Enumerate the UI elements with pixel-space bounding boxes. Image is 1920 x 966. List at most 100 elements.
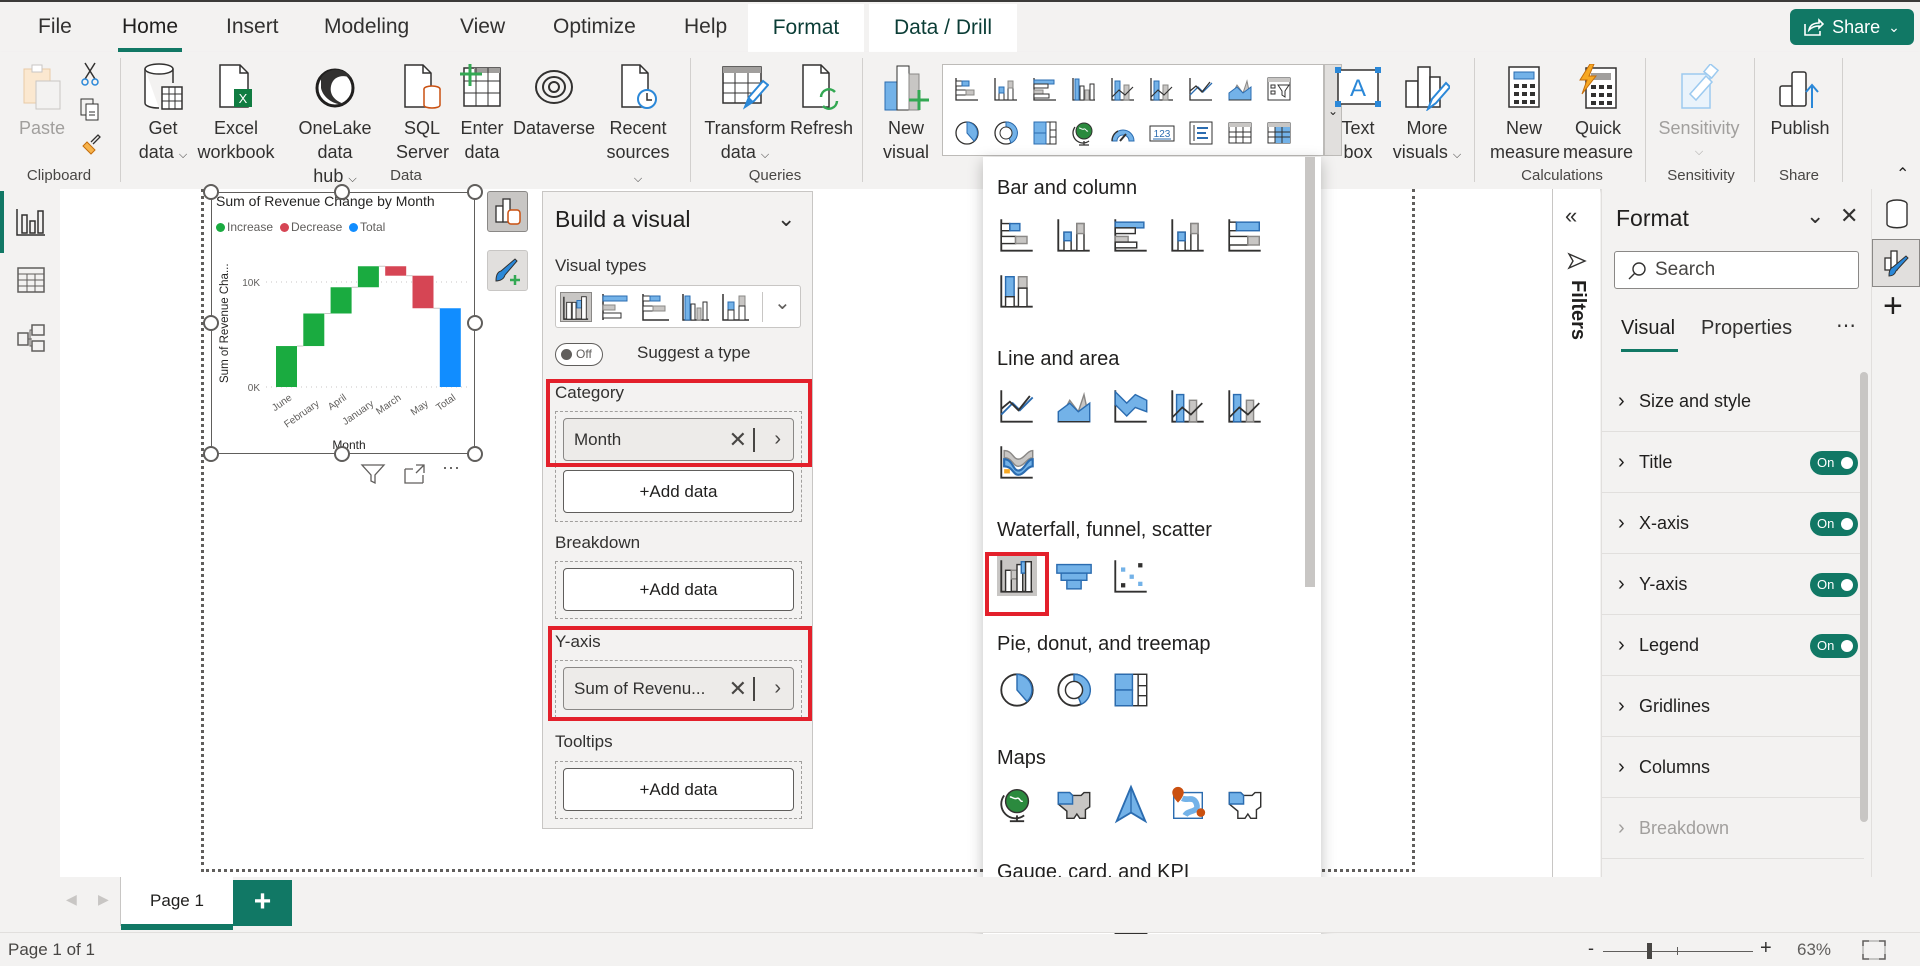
resize-handle[interactable] [467,446,483,462]
map-icon[interactable] [1070,119,1098,147]
area-chart-icon[interactable] [1054,386,1094,426]
tab-visual[interactable]: Visual [1621,317,1675,340]
arcgis-map-icon[interactable] [1168,784,1208,824]
more-visuals-button[interactable]: More visuals ⌵ [1390,58,1464,167]
text-box-button[interactable]: A Text box [1330,58,1386,164]
prev-page-icon[interactable]: ◀ [66,891,77,908]
resize-handle[interactable] [203,184,219,200]
new-measure-button[interactable]: New measure [1490,58,1560,164]
resize-handle[interactable] [203,446,219,462]
format-section-legend[interactable]: › Legend On [1602,615,1864,676]
tab-home[interactable]: Home [118,14,183,52]
dataverse-button[interactable]: Dataverse [510,58,598,140]
close-icon[interactable]: ✕ [1840,203,1858,229]
waterfall-bar-january[interactable] [357,266,379,288]
format-section-columns[interactable]: › Columns [1602,737,1864,798]
enter-data-button[interactable]: Enter data [456,58,508,164]
waterfall-bar-march[interactable] [385,266,407,276]
gauge-icon[interactable] [1109,119,1137,147]
waterfall-type-icon[interactable] [560,292,592,322]
publish-button[interactable]: Publish [1762,58,1838,140]
line-stacked-column-icon[interactable] [1168,386,1208,426]
format-pane-button[interactable] [1872,239,1920,287]
waterfall-bar-may[interactable] [412,275,434,309]
format-search-input[interactable]: Search [1614,251,1859,289]
clustered-bar-type-icon[interactable] [640,292,672,322]
100-stacked-bar-icon[interactable] [1225,215,1265,255]
format-section-breakdown[interactable]: › Breakdown [1602,798,1864,859]
table-icon[interactable] [1226,119,1254,147]
clustered-bar-icon[interactable] [1031,75,1059,103]
stacked-bar-type-icon[interactable] [600,292,632,322]
line-clustered-column-icon[interactable] [1148,75,1176,103]
line-clustered-column-icon[interactable] [1225,386,1265,426]
section-toggle[interactable]: On [1810,634,1858,658]
format-section-size-and-style[interactable]: › Size and style [1602,371,1864,432]
transform-data-button[interactable]: Transform data ⌵ [700,58,790,167]
card-icon[interactable]: 123 [1148,119,1176,147]
stacked-bar-icon[interactable] [953,75,981,103]
data-pane-icon[interactable] [1884,199,1910,229]
paste-button[interactable]: Paste [16,58,68,140]
resize-handle[interactable] [203,315,219,331]
waterfall-visual[interactable]: Sum of Revenue Change by Month Increase … [211,192,475,454]
ribbon-chart-icon[interactable] [997,442,1037,482]
table-view-icon[interactable] [14,264,48,298]
new-visual-button[interactable]: New visual [876,58,936,164]
collapse-chevron-icon[interactable]: ⌄ [777,206,795,232]
line-chart-icon[interactable] [997,386,1037,426]
shape-map-icon[interactable] [1225,784,1265,824]
waterfall-bar-february[interactable] [303,313,325,347]
tab-modeling[interactable]: Modeling [320,14,413,50]
treemap-icon[interactable] [1031,119,1059,147]
azure-map-icon[interactable] [1111,784,1151,824]
multi-row-card-icon[interactable] [1187,119,1215,147]
clustered-column-icon[interactable] [992,75,1020,103]
sensitivity-button[interactable]: Sensitivity ⌵ [1652,58,1746,164]
collapse-ribbon-icon[interactable]: ⌃ [1896,164,1909,184]
stacked-column-icon[interactable] [1054,215,1094,255]
format-visual-tab[interactable] [487,250,528,291]
tab-data-drill[interactable]: Data / Drill [869,4,1017,52]
clustered-bar-icon[interactable] [1111,215,1151,255]
cut-icon[interactable] [80,62,100,86]
tab-format[interactable]: Format [748,4,864,52]
section-toggle[interactable]: On [1810,512,1858,536]
build-visual-tab[interactable] [487,191,528,232]
stacked-bar-icon[interactable] [997,215,1037,255]
waterfall-bar-total[interactable] [439,308,461,387]
page-tab-page-1[interactable]: Page 1 [120,877,233,930]
scatter-chart-icon[interactable] [1111,556,1151,596]
matrix-icon[interactable] [1265,119,1293,147]
section-toggle[interactable]: On [1810,451,1858,475]
tab-optimize[interactable]: Optimize [549,14,640,50]
breakdown-add-data-button[interactable]: +Add data [563,568,794,611]
zoom-in-button[interactable]: + [1760,937,1772,960]
treemap-icon[interactable] [1111,670,1151,710]
format-section-title[interactable]: › Title On [1602,432,1864,493]
clustered-column-icon[interactable] [1168,215,1208,255]
expand-filters-icon[interactable]: « [1565,203,1577,229]
resize-handle[interactable] [334,446,350,462]
quick-measure-button[interactable]: Quick measure [1560,58,1636,164]
donut-chart-icon[interactable] [1054,670,1094,710]
pie-chart-icon[interactable] [953,119,981,147]
copy-icon[interactable] [80,98,100,122]
next-page-icon[interactable]: ▶ [98,891,109,908]
refresh-button[interactable]: Refresh [790,58,853,140]
excel-workbook-button[interactable]: X Excel workbook [196,58,276,164]
model-view-icon[interactable] [14,321,48,355]
format-section-x-axis[interactable]: › X-axis On [1602,493,1864,554]
map-icon[interactable] [997,784,1037,824]
filter-icon[interactable] [360,463,386,485]
tab-view[interactable]: View [456,14,509,50]
filled-map-icon[interactable] [1054,784,1094,824]
sql-server-button[interactable]: SQL Server [396,58,449,164]
waterfall-bar-june[interactable] [276,346,297,387]
focus-mode-icon[interactable] [402,463,428,485]
format-painter-icon[interactable] [80,132,102,156]
zoom-slider-thumb[interactable] [1647,943,1652,959]
stacked-area-icon[interactable] [1111,386,1151,426]
collapse-chevron-icon[interactable]: ⌄ [1806,203,1824,229]
slicer-icon[interactable] [1265,75,1293,103]
